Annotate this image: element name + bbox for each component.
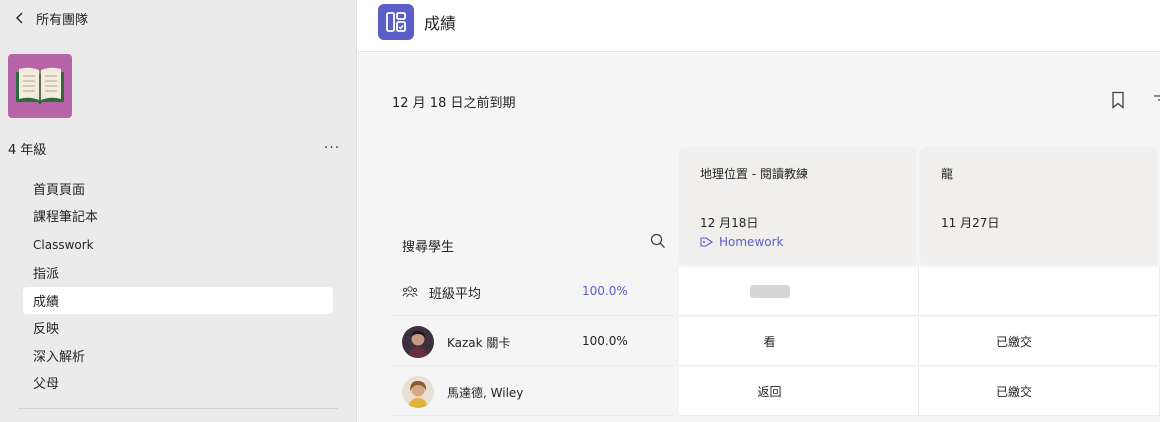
grade-status: 看 — [763, 334, 776, 349]
assignment-due-date: 12 月18日 — [700, 216, 759, 230]
avatar — [402, 376, 434, 408]
bookmark-button[interactable] — [1108, 90, 1128, 110]
grade-cell[interactable]: 已繳交 — [919, 367, 1160, 416]
team-avatar — [8, 54, 72, 118]
grade-status: 返回 — [757, 384, 782, 399]
nav-item-class-notebook[interactable]: 課程筆記本 — [23, 202, 333, 229]
search-icon — [650, 233, 665, 248]
grade-cell[interactable]: 返回 — [679, 367, 919, 416]
student-name: 馬達德, Wiley — [447, 386, 524, 400]
loading-placeholder — [749, 284, 790, 298]
lines-icon — [1154, 95, 1160, 101]
nav-item-home[interactable]: 首頁頁面 — [23, 175, 333, 202]
nav-item-parents[interactable]: 父母 — [23, 369, 333, 396]
grades-main: 12 月 18 日之前到期 地理位置 - 閱讀教練 12 月18日 Homewo… — [358, 53, 1160, 422]
class-average-label: 班級平均 — [429, 287, 482, 302]
assignment-tag-label: Homework — [719, 235, 784, 249]
student-cell[interactable]: Kazak 關卡 100.0% — [390, 317, 673, 366]
board-glyph-icon — [386, 12, 406, 32]
assignment-title: 龍 — [941, 167, 954, 181]
sidebar-divider — [18, 408, 338, 409]
sidebar: 所有團隊 4 年級 ··· 首頁頁面 課程筆記本 Classwork 指派 成績… — [0, 0, 357, 422]
back-link-label: 所有團隊 — [36, 12, 89, 28]
nav-item-grades[interactable]: 成績 — [23, 287, 333, 314]
book-icon — [16, 67, 64, 105]
student-percent: 100.0% — [582, 334, 628, 348]
assignment-tag[interactable]: Homework — [700, 235, 783, 249]
page-header: 成績 — [358, 0, 1160, 52]
avatar — [402, 326, 434, 358]
overflow-menu-button[interactable] — [1152, 90, 1160, 110]
assignment-title: 地理位置 - 閱讀教練 — [700, 167, 808, 181]
class-average-percent: 100.0% — [582, 284, 628, 298]
table-row: 馬達德, Wiley 返回 已繳交 — [390, 367, 1160, 417]
grade-cell[interactable] — [919, 267, 1160, 316]
bookmark-icon — [1112, 91, 1124, 109]
grades-table: 班級平均 100.0% Kazak 關卡 100.0% 看 已繳交 馬達德, W… — [390, 267, 1160, 417]
class-average-cell: 班級平均 100.0% — [390, 267, 673, 316]
assignment-header-2[interactable]: 龍 11 月27日 — [920, 147, 1158, 265]
chevron-left-icon — [16, 12, 23, 24]
grade-cell[interactable]: 看 — [679, 317, 919, 366]
assignment-due-date: 11 月27日 — [941, 216, 1000, 230]
nav-item-assignments[interactable]: 指派 — [23, 259, 333, 286]
search-students-button[interactable] — [650, 233, 668, 251]
grade-cell[interactable] — [679, 267, 919, 316]
search-students-label[interactable]: 搜尋學生 — [402, 236, 454, 255]
nav-section-classwork: Classwork — [33, 238, 94, 252]
nav-item-reflect[interactable]: 反映 — [23, 314, 333, 341]
grade-cell[interactable]: 已繳交 — [919, 317, 1160, 366]
grade-status: 已繳交 — [995, 384, 1032, 399]
page-title: 成績 — [424, 14, 457, 33]
table-row: Kazak 關卡 100.0% 看 已繳交 — [390, 317, 1160, 367]
team-name: 4 年級 — [8, 143, 47, 158]
student-column-header — [390, 199, 673, 267]
more-options-button[interactable]: ··· — [320, 138, 344, 158]
people-icon — [402, 286, 418, 298]
tag-icon — [700, 237, 713, 247]
class-average-row: 班級平均 100.0% — [390, 267, 1160, 317]
assignment-header-1[interactable]: 地理位置 - 閱讀教練 12 月18日 Homework — [679, 147, 916, 265]
nav-item-insights[interactable]: 深入解析 — [23, 342, 333, 369]
grades-board-icon — [378, 4, 414, 40]
student-cell[interactable]: 馬達德, Wiley — [390, 367, 673, 416]
grade-status: 已繳交 — [995, 334, 1032, 349]
back-to-all-teams-link[interactable]: 所有團隊 — [14, 8, 88, 28]
due-date-filter[interactable]: 12 月 18 日之前到期 — [392, 92, 515, 111]
student-name: Kazak 關卡 — [447, 336, 511, 350]
